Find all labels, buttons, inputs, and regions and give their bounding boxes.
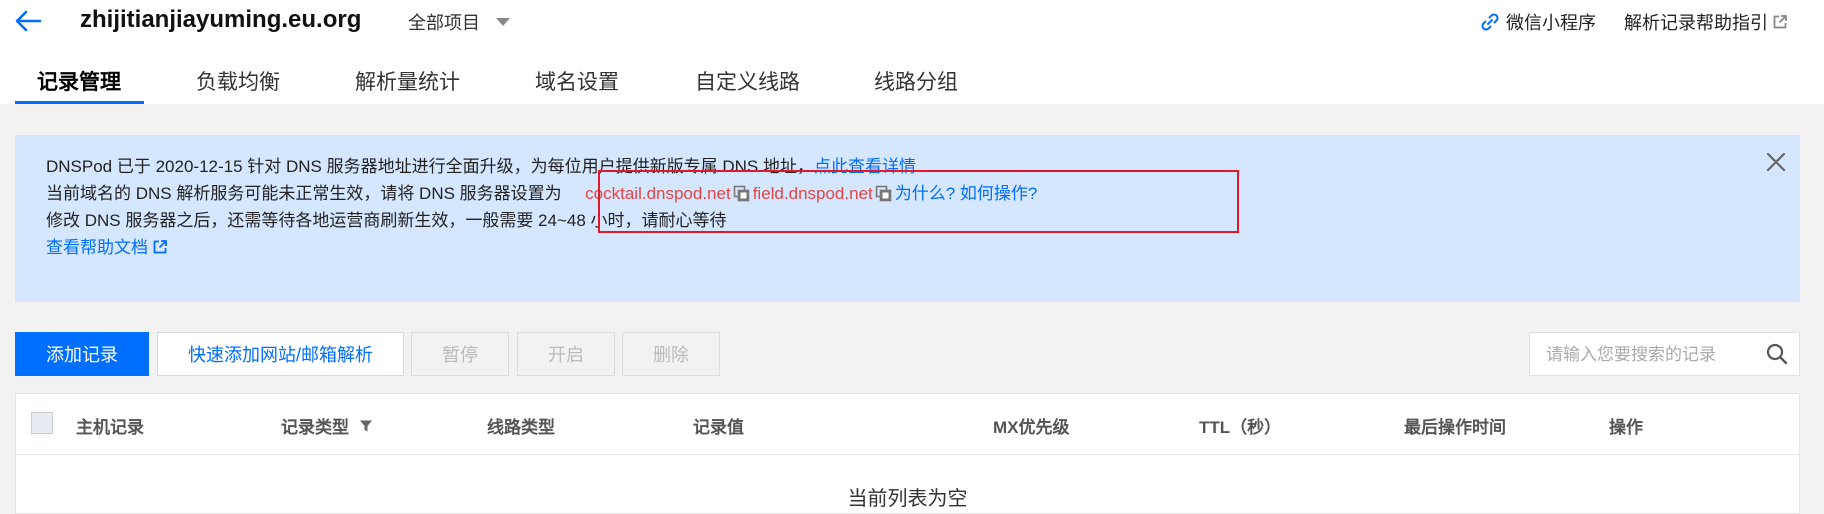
column-mx-priority: MX优先级 bbox=[993, 418, 1070, 437]
tab-custom-lines[interactable]: 自定义线路 bbox=[695, 66, 800, 96]
notice-line-2: 当前域名的 DNS 解析服务可能未正常生效，请将 DNS 服务器设置为 cock… bbox=[46, 179, 1037, 204]
chevron-down-icon bbox=[496, 18, 510, 27]
top-bar: zhijitianjiayuming.eu.org 全部项目 微信小程序 解析记… bbox=[0, 0, 1824, 104]
filter-icon[interactable] bbox=[359, 419, 373, 433]
pause-button[interactable]: 暂停 bbox=[411, 332, 509, 376]
tab-line-groups[interactable]: 线路分组 bbox=[874, 66, 958, 96]
tab-record-management[interactable]: 记录管理 bbox=[37, 66, 121, 96]
arrow-left-icon bbox=[15, 10, 42, 32]
copy-icon[interactable] bbox=[875, 185, 892, 202]
tab-load-balancing[interactable]: 负载均衡 bbox=[196, 66, 280, 96]
empty-list-message: 当前列表为空 bbox=[847, 488, 968, 510]
nameserver-2: field.dnspod.net bbox=[752, 184, 873, 203]
domain-title: zhijitianjiayuming.eu.org bbox=[80, 6, 362, 33]
link-icon bbox=[1481, 13, 1499, 31]
column-record-type: 记录类型 bbox=[281, 413, 373, 438]
tab-resolution-statistics[interactable]: 解析量统计 bbox=[355, 66, 460, 96]
help-doc-link[interactable]: 查看帮助文档 bbox=[46, 238, 148, 257]
column-host-record: 主机记录 bbox=[76, 418, 144, 437]
active-tab-indicator bbox=[15, 101, 144, 104]
notice-line-2-text: 当前域名的 DNS 解析服务可能未正常生效，请将 DNS 服务器设置为 bbox=[46, 184, 562, 203]
help-doc-link-row: 查看帮助文档 bbox=[46, 233, 168, 258]
record-help-guide-link[interactable]: 解析记录帮助指引 bbox=[1624, 9, 1788, 35]
project-select-label: 全部项目 bbox=[408, 13, 480, 33]
search-icon[interactable] bbox=[1766, 343, 1788, 365]
copy-icon[interactable] bbox=[733, 185, 750, 202]
project-select[interactable]: 全部项目 bbox=[408, 9, 510, 35]
notice-line-3: 修改 DNS 服务器之后，还需等待各地运营商刷新生效，一般需要 24~48 小时… bbox=[46, 211, 727, 230]
notice-close-button[interactable] bbox=[1765, 151, 1787, 173]
external-link-icon bbox=[153, 239, 167, 253]
enable-button[interactable]: 开启 bbox=[517, 332, 615, 376]
record-search-box bbox=[1529, 332, 1800, 376]
back-button[interactable] bbox=[12, 6, 44, 36]
search-input[interactable] bbox=[1544, 342, 1758, 368]
add-record-button[interactable]: 添加记录 bbox=[15, 332, 149, 376]
mini-program-label: 微信小程序 bbox=[1506, 13, 1596, 33]
tab-domain-settings[interactable]: 域名设置 bbox=[535, 66, 619, 96]
tab-bar: 记录管理 负载均衡 解析量统计 域名设置 自定义线路 线路分组 bbox=[0, 62, 1824, 104]
view-details-link[interactable]: 点此查看详情 bbox=[814, 157, 916, 176]
column-line-type: 线路类型 bbox=[487, 418, 555, 437]
help-guide-label: 解析记录帮助指引 bbox=[1624, 13, 1768, 33]
column-record-value: 记录值 bbox=[693, 418, 744, 437]
delete-button[interactable]: 删除 bbox=[622, 332, 720, 376]
notice-line-1: DNSPod 已于 2020-12-15 针对 DNS 服务器地址进行全面升级，… bbox=[46, 152, 916, 177]
notice-line-1-text: DNSPod 已于 2020-12-15 针对 DNS 服务器地址进行全面升级，… bbox=[46, 157, 814, 176]
column-record-type-label: 记录类型 bbox=[281, 418, 349, 437]
quick-add-button[interactable]: 快速添加网站/邮箱解析 bbox=[157, 332, 404, 376]
external-link-icon bbox=[1773, 15, 1787, 29]
select-all-checkbox[interactable] bbox=[31, 412, 53, 434]
column-ttl: TTL（秒） bbox=[1199, 418, 1282, 437]
dns-upgrade-notice: DNSPod 已于 2020-12-15 针对 DNS 服务器地址进行全面升级，… bbox=[15, 135, 1800, 302]
wechat-mini-program-link[interactable]: 微信小程序 bbox=[1480, 9, 1596, 35]
why-how-link[interactable]: 为什么? 如何操作? bbox=[895, 184, 1038, 203]
records-table: 主机记录 记录类型 线路类型 记录值 MX优先级 TTL（秒） 最后操作时间 操… bbox=[15, 393, 1800, 514]
nameserver-1: cocktail.dnspod.net bbox=[585, 184, 731, 203]
column-actions: 操作 bbox=[1609, 418, 1643, 437]
column-last-modified: 最后操作时间 bbox=[1404, 418, 1506, 437]
table-header: 主机记录 记录类型 线路类型 记录值 MX优先级 TTL（秒） 最后操作时间 操… bbox=[16, 394, 1799, 455]
close-icon bbox=[1766, 152, 1786, 172]
